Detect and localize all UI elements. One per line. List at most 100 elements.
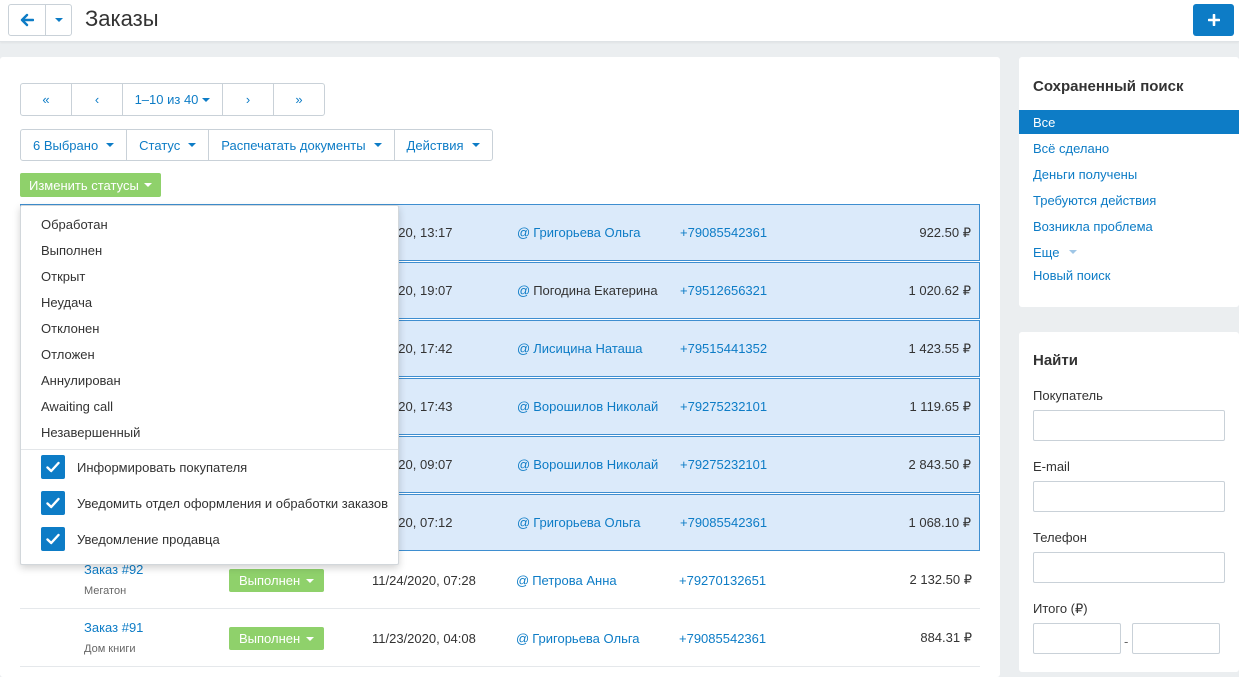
back-menu-button[interactable] [46,5,71,35]
status-menu-item[interactable]: Аннулирован [41,373,121,388]
customer-link[interactable]: @ Григорьева Ольга [517,205,641,260]
print-documents-button[interactable]: Распечатать документы [209,130,395,160]
customer-phone-link[interactable]: +79085542361 [679,610,766,666]
checkbox-checked-icon[interactable] [41,491,65,515]
saved-search-label: Требуются действия [1033,192,1157,208]
chevron-down-icon [202,97,211,102]
saved-search-item[interactable]: Всё сделано [1019,136,1239,160]
order-status-button[interactable]: Выполнен [229,627,325,650]
at-icon: @ [516,572,530,588]
order-shop: Мегатон [84,585,127,597]
total-to-input[interactable] [1132,623,1220,654]
last-page-button[interactable]: » [274,84,324,115]
checkbox-checked-icon[interactable] [41,527,65,551]
saved-search-item[interactable]: Требуются действия [1019,188,1239,212]
customer-link[interactable]: @ Петрова Анна [516,552,617,608]
saved-search-panel: Сохраненный поиск Все Всё сделано Деньги п… [1019,57,1239,307]
prev-page-button[interactable]: ‹ [72,84,123,115]
order-total: 2 843.50 ₽ [908,456,972,472]
order-status-button[interactable]: Выполнен [229,569,325,592]
chevron-down-icon [106,143,115,147]
range-separator: - [1124,634,1129,649]
checkbox-label: Уведомить отдел оформления и обработки з… [77,495,388,511]
customer-link[interactable]: @ Григорьева Ольга [516,610,640,666]
saved-search-item[interactable]: Новый поиск [1019,263,1239,287]
customer-name: Лисицина Наташа [533,341,643,356]
customer-link[interactable]: @ Погодина Екатерина [517,263,658,318]
customer-phone-link[interactable]: +79270132651 [679,552,766,608]
customer-phone-link[interactable]: +79085542361 [680,205,767,260]
chevron-down-icon [1069,250,1078,254]
notify-checkbox-row[interactable]: Информировать покупателя [41,455,247,479]
at-icon: @ [517,283,531,298]
status-menu-item[interactable]: Выполнен [41,243,102,258]
buyer-label: Покупатель [1033,388,1103,403]
arrow-left-icon [20,13,34,27]
order-total: 884.31 ₽ [920,630,972,645]
chevron-down-icon [143,183,152,187]
customer-phone-link[interactable]: +79515441352 [680,321,767,376]
status-menu-item[interactable]: Отложен [41,347,95,362]
add-order-button[interactable] [1193,4,1234,36]
saved-search-item[interactable]: Еще [1019,240,1239,264]
page-range-select[interactable]: 1–10 из 40 [123,84,223,115]
back-button[interactable] [9,5,46,35]
order-total: 1 068.10 ₽ [908,514,972,530]
at-icon: @ [517,515,531,530]
total-from-input[interactable] [1033,623,1121,654]
saved-search-item[interactable]: Деньги получены [1019,162,1239,186]
back-button-group [8,4,72,36]
saved-search-label: Еще [1033,244,1060,260]
customer-link[interactable]: @ Ворошилов Николай [517,437,658,492]
notify-checkbox-row[interactable]: Уведомить отдел оформления и обработки з… [41,491,388,515]
order-number-link[interactable]: Заказ #91 [84,620,143,635]
saved-search-item[interactable]: Возникла проблема [1019,214,1239,238]
status-menu-item[interactable]: Неудача [41,295,92,310]
notify-checkbox-row[interactable]: Уведомление продавца [41,527,220,551]
page-range-label: 1–10 из 40 [134,92,199,107]
status-menu-item[interactable]: Обработан [41,217,108,232]
customer-link[interactable]: @ Лисицина Наташа [517,321,643,376]
customer-phone-link[interactable]: +79512656321 [680,263,767,318]
order-total: 1 423.55 ₽ [908,340,972,356]
customer-name: Ворошилов Николай [533,457,659,472]
order-status-label: Выполнен [239,631,301,646]
first-page-button[interactable]: « [21,84,72,115]
checkbox-checked-icon[interactable] [41,455,65,479]
table-row[interactable]: Заказ #91 Дом книги Выполнен 11/23/2020, 04… [20,610,980,667]
order-total: 922.50 ₽ [919,224,971,240]
next-page-button[interactable]: › [223,84,274,115]
saved-search-item[interactable]: Все [1019,110,1239,134]
find-panel: Найти Покупатель E-mail Телефон Итого (₽… [1019,332,1239,672]
customer-link[interactable]: @ Григорьева Ольга [517,495,641,550]
selected-count-button[interactable]: 6 Выбрано [21,130,128,160]
saved-search-label: Новый поиск [1033,267,1111,283]
status-menu-item[interactable]: Незавершенный [41,425,140,440]
total-label: Итого (₽) [1033,601,1088,616]
menu-divider [21,449,398,450]
order-shop: Дом книги [84,643,136,655]
at-icon: @ [516,630,530,646]
order-total: 1 020.62 ₽ [908,282,972,298]
status-menu-item[interactable]: Открыт [41,269,85,284]
phone-input[interactable] [1033,552,1225,583]
pagination: « ‹ 1–10 из 40 › » [20,83,325,116]
buyer-input[interactable] [1033,410,1225,441]
customer-phone-link[interactable]: +79085542361 [680,495,767,550]
change-status-button[interactable]: Изменить статусы [20,173,161,197]
actions-button[interactable]: Действия [395,130,492,160]
customer-phone-link[interactable]: +79275232101 [680,379,767,434]
phone-label: Телефон [1033,530,1087,545]
status-menu-item[interactable]: Отклонен [41,321,99,336]
status-label: Статус [139,137,181,153]
customer-name: Григорьева Ольга [532,630,640,646]
bulk-toolbar: 6 Выбрано Статус Распечатать документы Д… [20,129,493,161]
header-bar: Заказы [0,0,1239,42]
status-button[interactable]: Статус [127,130,210,160]
customer-phone-link[interactable]: +79275232101 [680,437,767,492]
chevron-down-icon [471,143,480,147]
customer-link[interactable]: @ Ворошилов Николай [517,379,658,434]
email-input[interactable] [1033,481,1225,512]
order-date: 11/23/2020, 04:08 [372,630,476,646]
status-menu-item[interactable]: Awaiting call [41,399,113,414]
